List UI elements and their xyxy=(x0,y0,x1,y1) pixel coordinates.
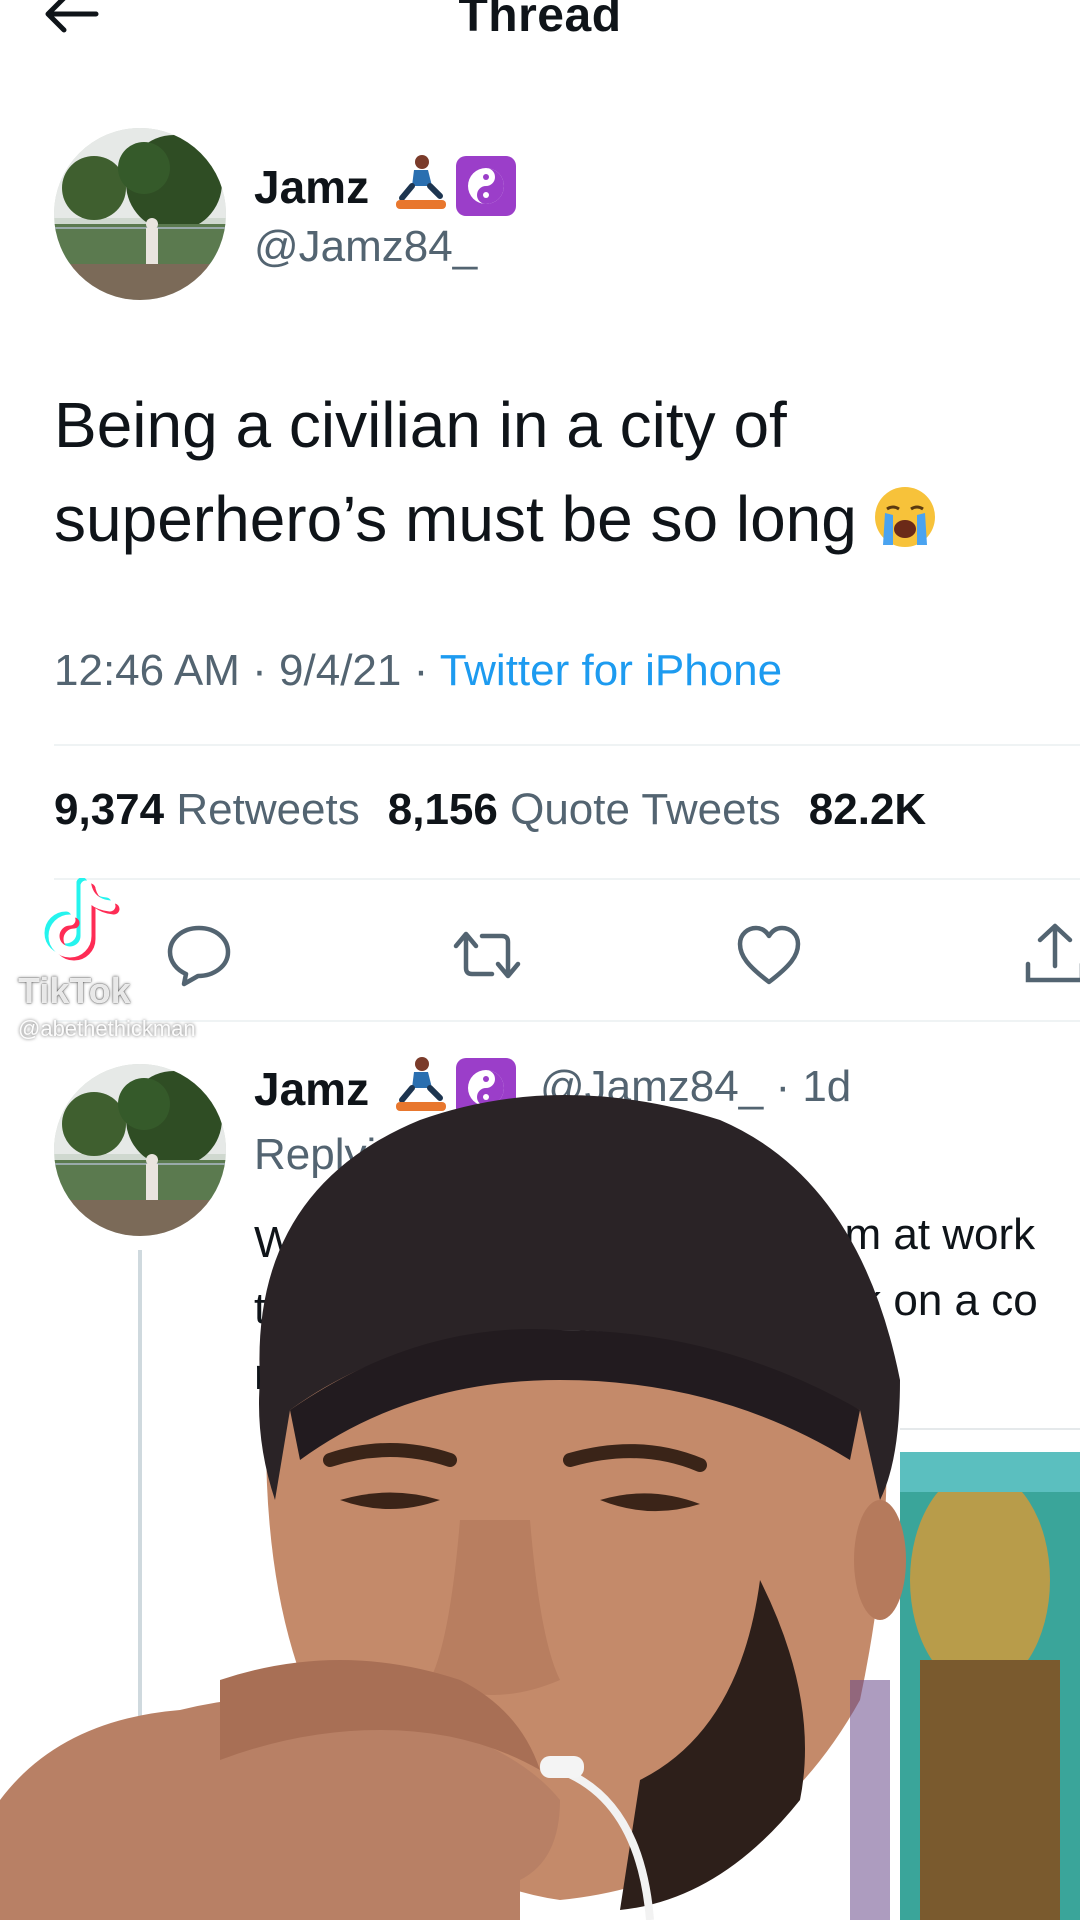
page: Thread Jamz @Jamz84_ Being a civilian in… xyxy=(0,0,1080,1920)
tweet-date: 9/4/21 xyxy=(279,646,402,695)
page-title: Thread xyxy=(458,0,622,42)
divider xyxy=(54,744,1080,746)
divider xyxy=(54,878,1080,880)
retweet-icon[interactable] xyxy=(452,920,522,990)
likes-stat[interactable]: 82.2K xyxy=(809,785,926,834)
divider xyxy=(54,1020,1080,1022)
share-icon[interactable] xyxy=(1020,920,1080,990)
tiktok-username: @abethethickman xyxy=(18,1016,196,1041)
tweet-text-line: Being a civilian in a city of xyxy=(54,389,787,461)
tweet-text-line: superhero’s must be so long xyxy=(54,472,1054,566)
meta-separator: · xyxy=(413,646,429,695)
skateboarder-icon xyxy=(396,155,446,209)
reply-icon[interactable] xyxy=(164,920,234,990)
retweets-label: Retweets xyxy=(176,785,360,834)
author-handle[interactable]: @Jamz84_ xyxy=(254,222,477,272)
video-overlay-person xyxy=(0,1095,906,1920)
meta-separator: · xyxy=(252,646,267,695)
tweet-meta: 12:46 AM · 9/4/21 · Twitter for iPhone xyxy=(54,646,782,696)
yin-yang-icon xyxy=(456,156,516,216)
likes-count: 82.2K xyxy=(808,785,927,834)
tweet-text: Being a civilian in a city of superhero’… xyxy=(54,378,1054,566)
tiktok-logo-icon xyxy=(44,878,120,961)
quotes-stat[interactable]: 8,156 Quote Tweets xyxy=(388,785,781,834)
quotes-label: Quote Tweets xyxy=(510,785,781,834)
tweet-source-link[interactable]: Twitter for iPhone xyxy=(440,646,782,695)
tweet-time: 12:46 AM xyxy=(54,646,240,695)
author-name[interactable]: Jamz xyxy=(254,160,369,214)
crying-face-icon xyxy=(874,487,935,547)
retweets-stat[interactable]: 9,374 Retweets xyxy=(54,785,360,834)
tweet-stats: 9,374 Retweets 8,156 Quote Tweets 82.2K xyxy=(54,785,926,835)
tiktok-wordmark: TikTok xyxy=(18,970,131,1011)
tweet-text-line-2: superhero’s must be so long xyxy=(54,483,857,555)
author-avatar[interactable] xyxy=(54,128,226,300)
like-icon[interactable] xyxy=(734,920,804,990)
retweets-count: 9,374 xyxy=(54,785,165,834)
quotes-count: 8,156 xyxy=(387,785,498,834)
